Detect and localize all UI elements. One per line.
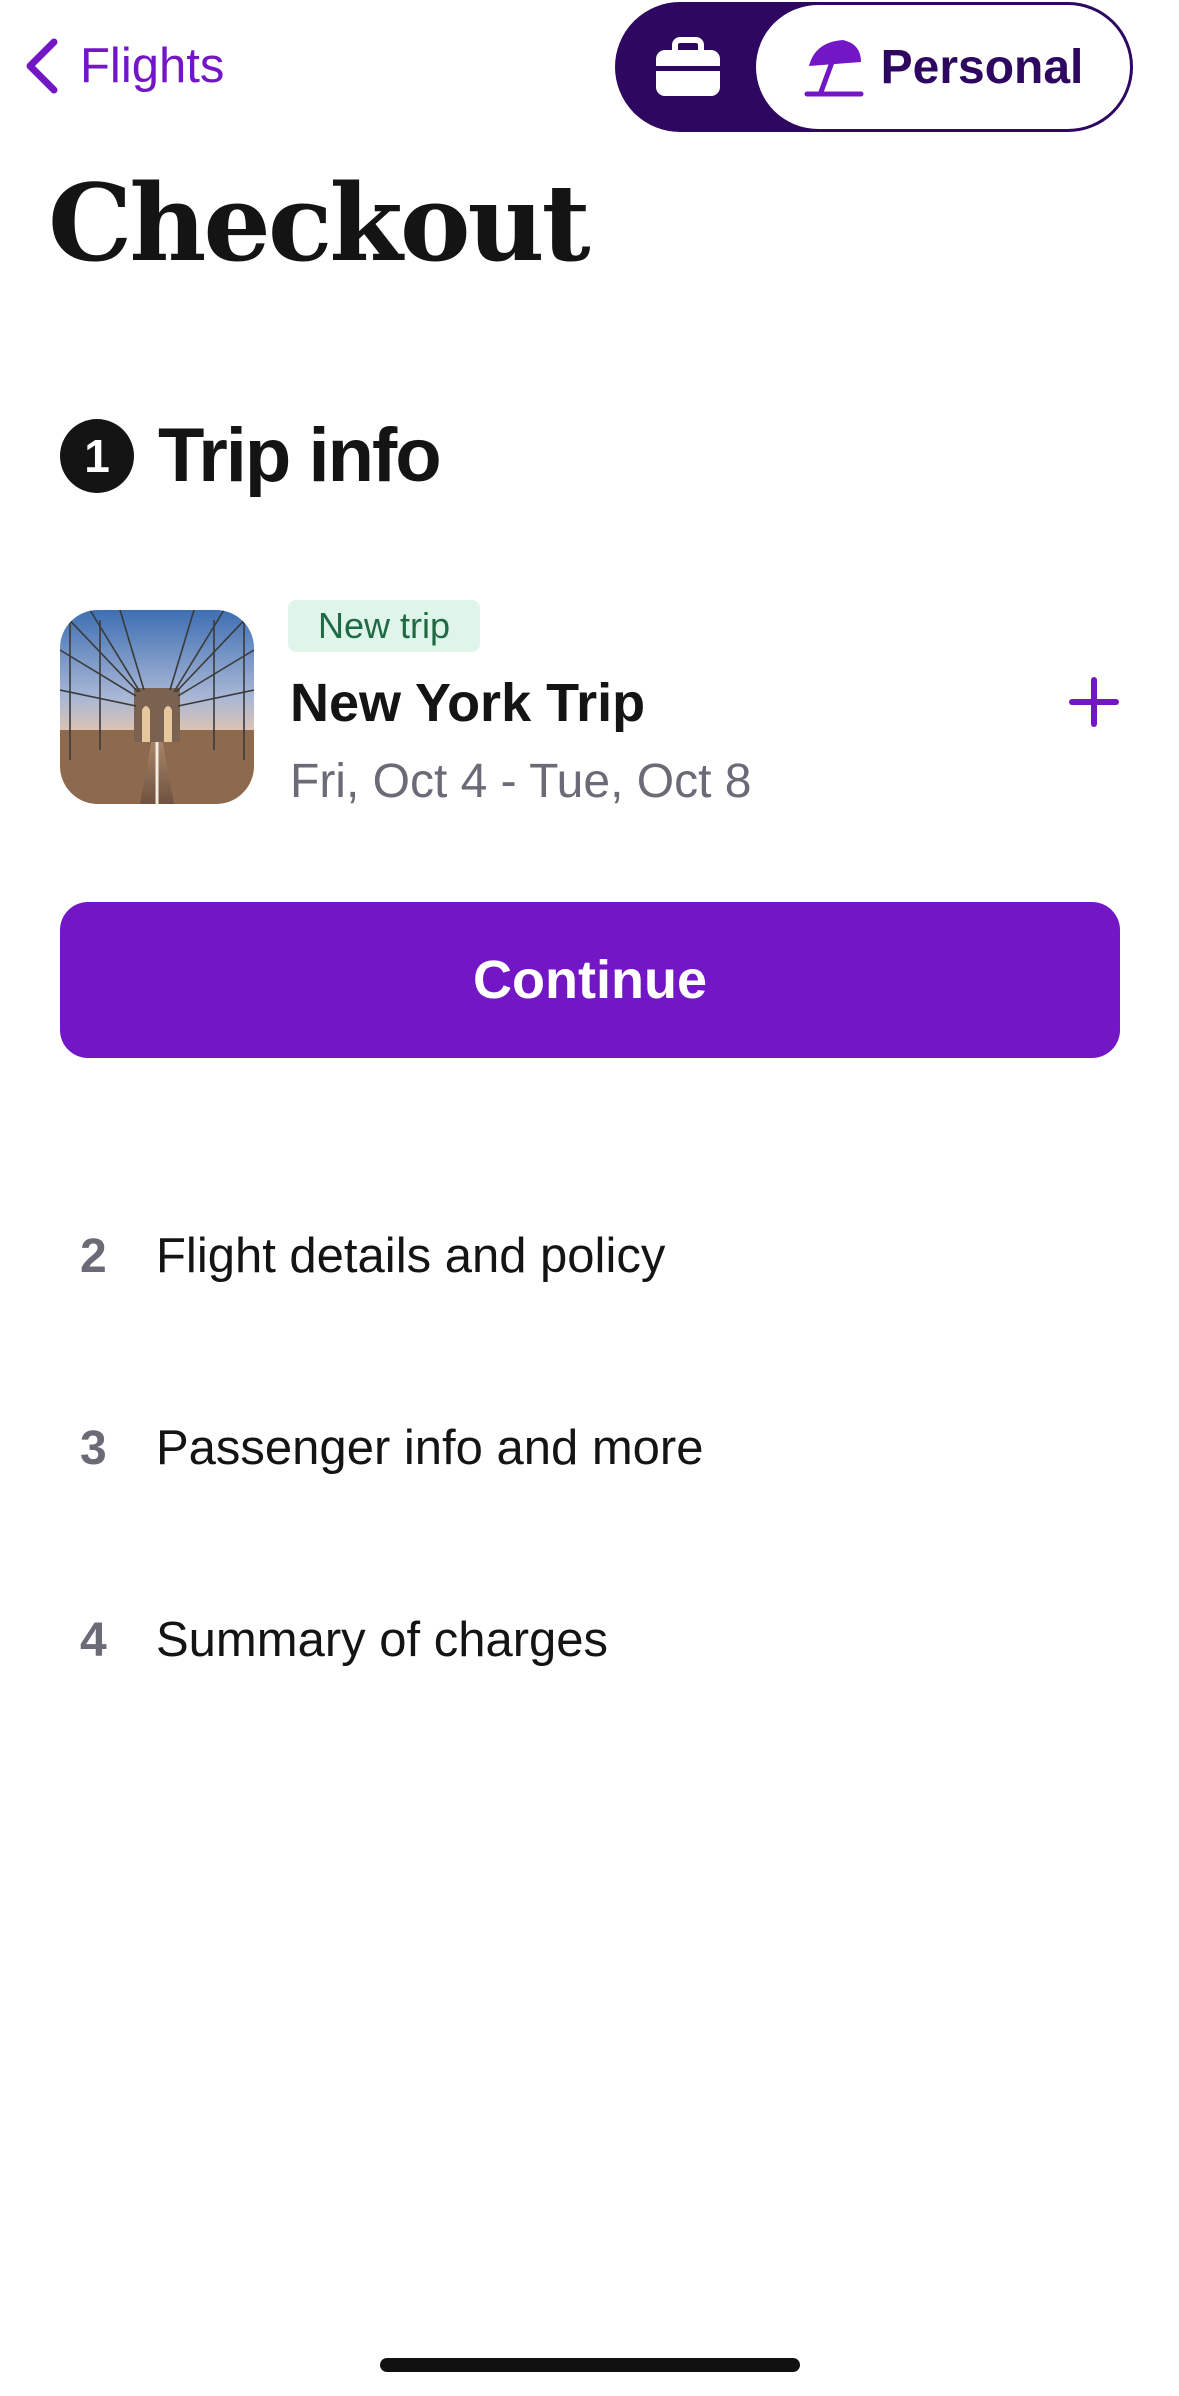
checkout-steps-list: 2 Flight details and policy 3 Passenger … xyxy=(0,1160,1179,1736)
section-title: Trip info xyxy=(158,413,442,498)
briefcase-icon xyxy=(656,37,720,96)
step-number: 4 xyxy=(80,1613,107,1667)
back-button[interactable]: Flights xyxy=(22,30,224,102)
trip-mode-toggle[interactable]: Personal xyxy=(615,2,1133,132)
chevron-left-icon xyxy=(26,38,58,94)
bridge-photo xyxy=(60,610,254,804)
checkout-screen: Flights Personal Checkout 1 Trip info Ne… xyxy=(0,0,1179,2396)
trip-dates: Fri, Oct 4 - Tue, Oct 8 xyxy=(290,755,752,808)
personal-mode-option[interactable]: Personal xyxy=(756,5,1130,129)
step-number-badge: 1 xyxy=(60,418,134,493)
plus-icon xyxy=(1069,677,1119,727)
add-trip-button[interactable] xyxy=(1066,674,1122,730)
step-number: 3 xyxy=(80,1421,107,1475)
back-label: Flights xyxy=(80,39,225,93)
beach-umbrella-icon xyxy=(804,40,864,97)
step-summary-of-charges[interactable]: 4 Summary of charges xyxy=(0,1544,1179,1736)
page-title: Checkout xyxy=(48,160,591,285)
step-label: Flight details and policy xyxy=(156,1229,666,1283)
step-label: Passenger info and more xyxy=(156,1421,704,1475)
new-trip-badge: New trip xyxy=(288,600,481,652)
home-indicator xyxy=(380,2358,800,2372)
step-label: Summary of charges xyxy=(156,1613,609,1667)
work-mode-option[interactable] xyxy=(618,5,758,129)
personal-mode-label: Personal xyxy=(880,40,1084,94)
continue-button[interactable]: Continue xyxy=(60,902,1120,1058)
step-flight-details[interactable]: 2 Flight details and policy xyxy=(0,1160,1179,1352)
step-number: 2 xyxy=(80,1229,107,1283)
trip-name: New York Trip xyxy=(290,673,646,733)
trip-info-header: 1 Trip info xyxy=(60,412,442,499)
trip-thumbnail xyxy=(60,610,254,804)
step-passenger-info[interactable]: 3 Passenger info and more xyxy=(0,1352,1179,1544)
